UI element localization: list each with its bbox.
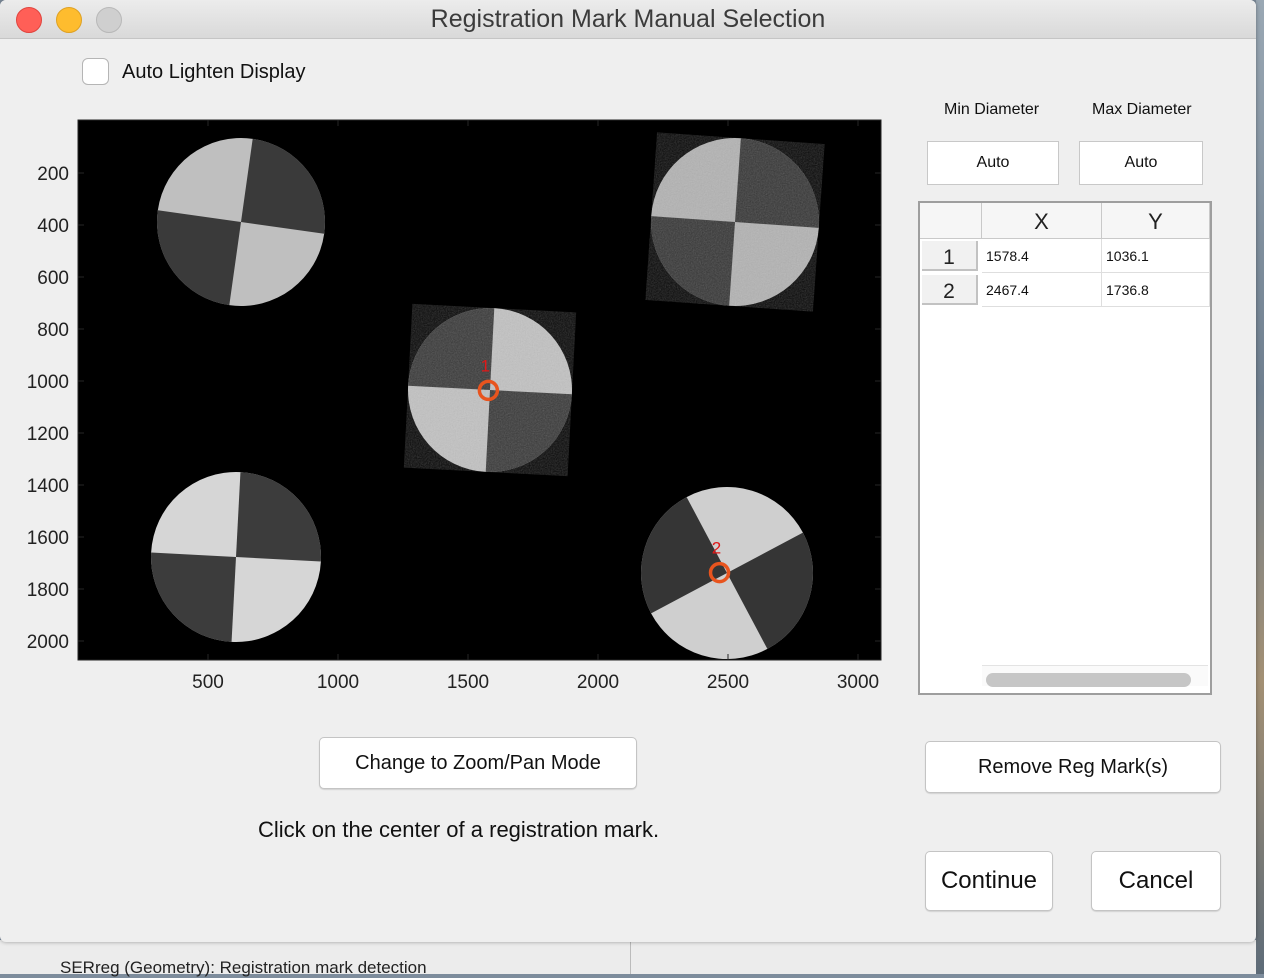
y-tick-label: 200 [37, 164, 69, 185]
scrollbar-thumb[interactable] [986, 673, 1191, 687]
column-header-x[interactable]: X [982, 203, 1102, 239]
max-diameter-input[interactable] [1079, 141, 1203, 185]
background-window-status: SERreg (Geometry): Registration mark det… [60, 958, 427, 977]
x-tick-label: 1500 [447, 672, 489, 693]
table-corner-header [920, 203, 982, 239]
cancel-button[interactable]: Cancel [1091, 851, 1221, 911]
x-tick-label: 2500 [707, 672, 749, 693]
row-header[interactable]: 2 [922, 275, 978, 305]
y-tick-label: 1600 [27, 528, 69, 549]
dialog-window: Registration Mark Manual Selection Auto … [0, 0, 1256, 942]
desktop-background [1256, 0, 1264, 974]
y-tick-label: 600 [37, 268, 69, 289]
y-tick-label: 2000 [27, 632, 69, 653]
min-diameter-label: Min Diameter [944, 101, 1040, 118]
column-header-y[interactable]: Y [1102, 203, 1210, 239]
y-tick-label: 800 [37, 320, 69, 341]
zoom-pan-mode-button[interactable]: Change to Zoom/Pan Mode [319, 737, 637, 789]
background-divider [630, 940, 631, 974]
y-tick-label: 1800 [27, 580, 69, 601]
table-cell-y[interactable]: 1036.1 [1102, 239, 1210, 273]
x-tick-label: 2000 [577, 672, 619, 693]
y-tick-label: 400 [37, 216, 69, 237]
reg-mark-label: 1 [481, 356, 490, 375]
instruction-text: Click on the center of a registration ma… [258, 817, 660, 842]
y-tick-label: 1400 [27, 476, 69, 497]
max-diameter-label: Max Diameter [1092, 101, 1192, 118]
title-bar[interactable]: Registration Mark Manual Selection [0, 0, 1256, 39]
window-title: Registration Mark Manual Selection [430, 5, 826, 33]
image-axes[interactable]: 500 1000 1500 2000 2500 3000 200 400 600 800 1000… [0, 110, 900, 710]
y-tick-label: 1200 [27, 424, 69, 445]
min-diameter-input[interactable] [927, 141, 1059, 185]
reg-marks-table[interactable]: X Y 1 1578.4 1036.1 2 2467.4 1736.8 [918, 201, 1212, 695]
auto-lighten-checkbox[interactable] [82, 58, 109, 85]
x-tick-label: 1000 [317, 672, 359, 693]
continue-button[interactable]: Continue [925, 851, 1053, 911]
y-tick-label: 1000 [27, 372, 69, 393]
table-cell-x[interactable]: 2467.4 [982, 273, 1102, 307]
reg-mark-label: 2 [712, 539, 721, 558]
row-header[interactable]: 1 [922, 241, 978, 271]
x-tick-label: 3000 [837, 672, 879, 693]
table-cell-y[interactable]: 1736.8 [1102, 273, 1210, 307]
table-cell-x[interactable]: 1578.4 [982, 239, 1102, 273]
x-tick-label: 500 [192, 672, 224, 693]
remove-reg-marks-button[interactable]: Remove Reg Mark(s) [925, 741, 1221, 793]
auto-lighten-label: Auto Lighten Display [122, 61, 306, 83]
